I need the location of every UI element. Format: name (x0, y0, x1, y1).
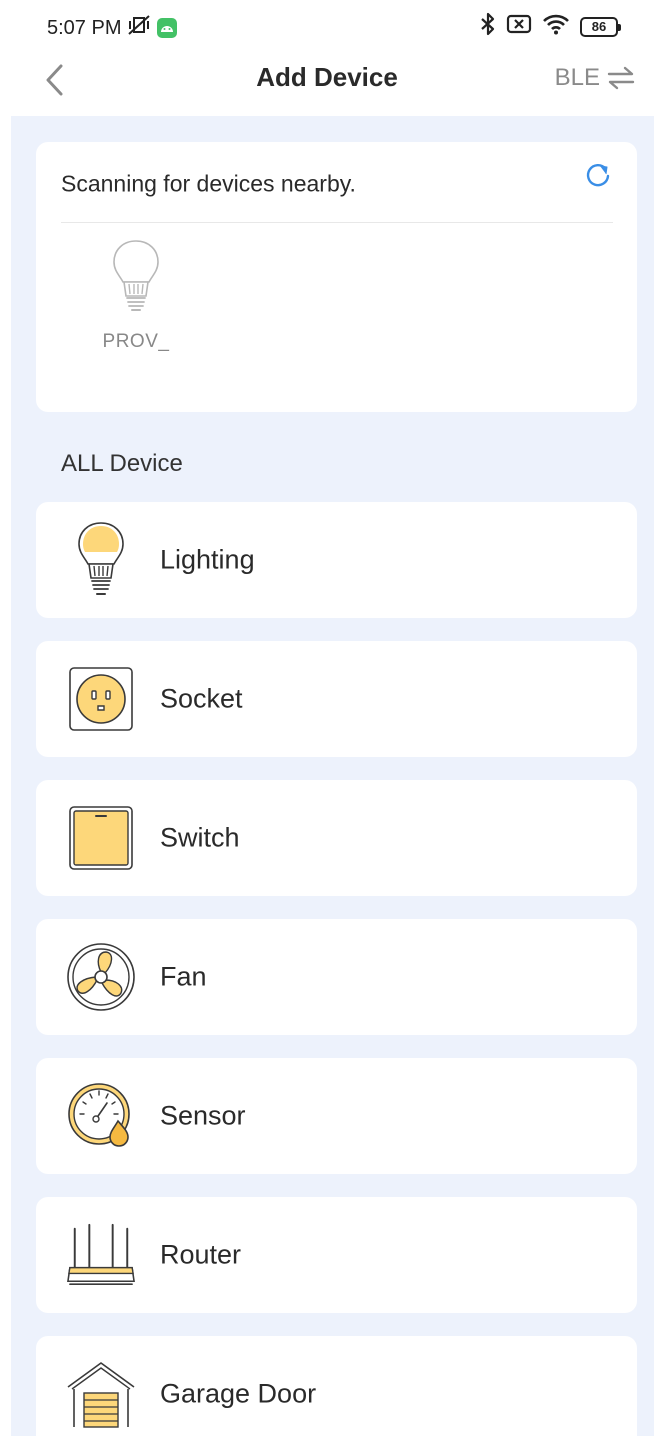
content-area: Scanning for devices nearby. PROV_ ALL D… (11, 116, 654, 1436)
device-category-socket[interactable]: Socket (36, 641, 637, 757)
sensor-icon (66, 1076, 136, 1156)
device-category-label: Fan (160, 961, 207, 992)
device-category-garage-door[interactable]: Garage Door (36, 1336, 637, 1436)
bulb-icon (113, 240, 159, 311)
android-notification-icon (157, 18, 178, 38)
lighting-icon (66, 520, 136, 600)
device-category-router[interactable]: Router (36, 1197, 637, 1313)
fan-icon (66, 937, 136, 1017)
device-category-label: Sensor (160, 1100, 246, 1131)
scan-card: Scanning for devices nearby. PROV_ (36, 142, 637, 412)
wifi-icon (542, 13, 570, 40)
status-bar: 5:07 PM 86 (0, 0, 654, 56)
header: Add Device BLE (0, 56, 654, 116)
status-time: 5:07 PM (47, 16, 122, 39)
scan-status-text: Scanning for devices nearby. (61, 170, 356, 197)
all-device-section-title: ALL Device (61, 450, 183, 477)
found-device-item[interactable]: PROV_ (96, 238, 176, 353)
device-category-lighting[interactable]: Lighting (36, 502, 637, 618)
device-category-label: Lighting (160, 544, 255, 575)
switch-icon (66, 798, 136, 878)
scan-divider (61, 222, 613, 223)
router-icon (66, 1215, 136, 1295)
status-left: 5:07 PM (47, 14, 178, 42)
ble-label: BLE (554, 64, 600, 91)
socket-icon (66, 659, 136, 739)
device-category-sensor[interactable]: Sensor (36, 1058, 637, 1174)
found-device-name: PROV_ (102, 331, 170, 352)
status-right: 86 (480, 12, 621, 41)
ble-toggle-button[interactable]: BLE (555, 64, 636, 92)
device-category-label: Garage Door (160, 1378, 317, 1409)
garage-door-icon (66, 1354, 136, 1434)
no-sim-icon (506, 13, 532, 40)
battery-indicator: 86 (580, 16, 621, 37)
refresh-icon (586, 163, 610, 187)
refresh-button[interactable] (583, 160, 613, 190)
device-category-fan[interactable]: Fan (36, 919, 637, 1035)
device-category-label: Socket (160, 683, 243, 714)
vibrate-off-icon (127, 14, 151, 42)
swap-arrows-icon (607, 66, 635, 90)
bluetooth-icon (480, 12, 496, 41)
device-category-label: Router (160, 1239, 242, 1270)
device-category-label: Switch (160, 822, 240, 853)
device-category-switch[interactable]: Switch (36, 780, 637, 896)
